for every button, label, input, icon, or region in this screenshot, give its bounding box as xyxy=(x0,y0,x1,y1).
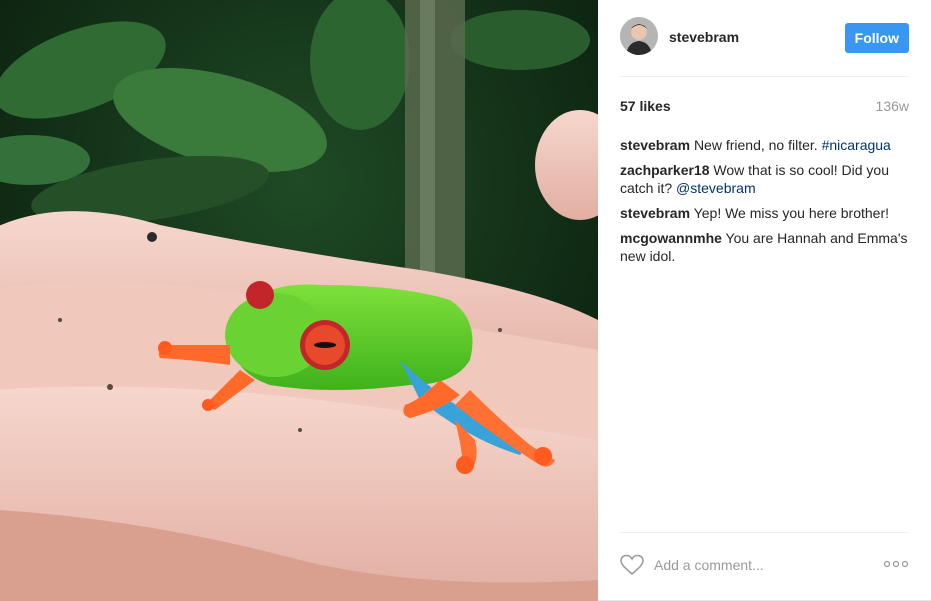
comment-username[interactable]: mcgowannmhe xyxy=(620,230,722,246)
post-author-username[interactable]: stevebram xyxy=(669,29,739,45)
add-comment-bar xyxy=(620,552,909,580)
comments-divider xyxy=(620,532,909,533)
comment-username[interactable]: zachparker18 xyxy=(620,162,710,178)
add-comment-input[interactable] xyxy=(654,554,874,576)
frog-on-hand-image xyxy=(0,0,598,601)
comments-list: stevebram New friend, no filter. #nicara… xyxy=(620,136,912,272)
heart-icon[interactable] xyxy=(620,554,644,576)
header-divider xyxy=(620,76,909,77)
post-age[interactable]: 136w xyxy=(876,98,909,114)
comment-text: New friend, no filter. xyxy=(693,137,822,153)
likes-count[interactable]: 57 likes xyxy=(620,98,671,114)
avatar[interactable] xyxy=(620,17,658,55)
comment-username[interactable]: stevebram xyxy=(620,137,690,153)
post-header: stevebram Follow xyxy=(620,17,909,59)
follow-button[interactable]: Follow xyxy=(844,23,909,53)
avatar-image xyxy=(620,17,658,55)
comment-item: zachparker18 Wow that is so cool! Did yo… xyxy=(620,161,912,197)
more-options-icon[interactable] xyxy=(883,556,909,572)
hashtag-link[interactable]: #nicaragua xyxy=(822,137,891,153)
comment-item: mcgowannmhe You are Hannah and Emma's ne… xyxy=(620,229,912,265)
comment-item: stevebram Yep! We miss you here brother! xyxy=(620,204,912,222)
post-photo[interactable] xyxy=(0,0,598,601)
post-details-panel: stevebram Follow 57 likes 136w stevebram… xyxy=(598,0,931,601)
comment-item: stevebram New friend, no filter. #nicara… xyxy=(620,136,912,154)
comment-text: Yep! We miss you here brother! xyxy=(693,205,890,221)
mention-link[interactable]: @stevebram xyxy=(676,180,756,196)
comment-username[interactable]: stevebram xyxy=(620,205,690,221)
